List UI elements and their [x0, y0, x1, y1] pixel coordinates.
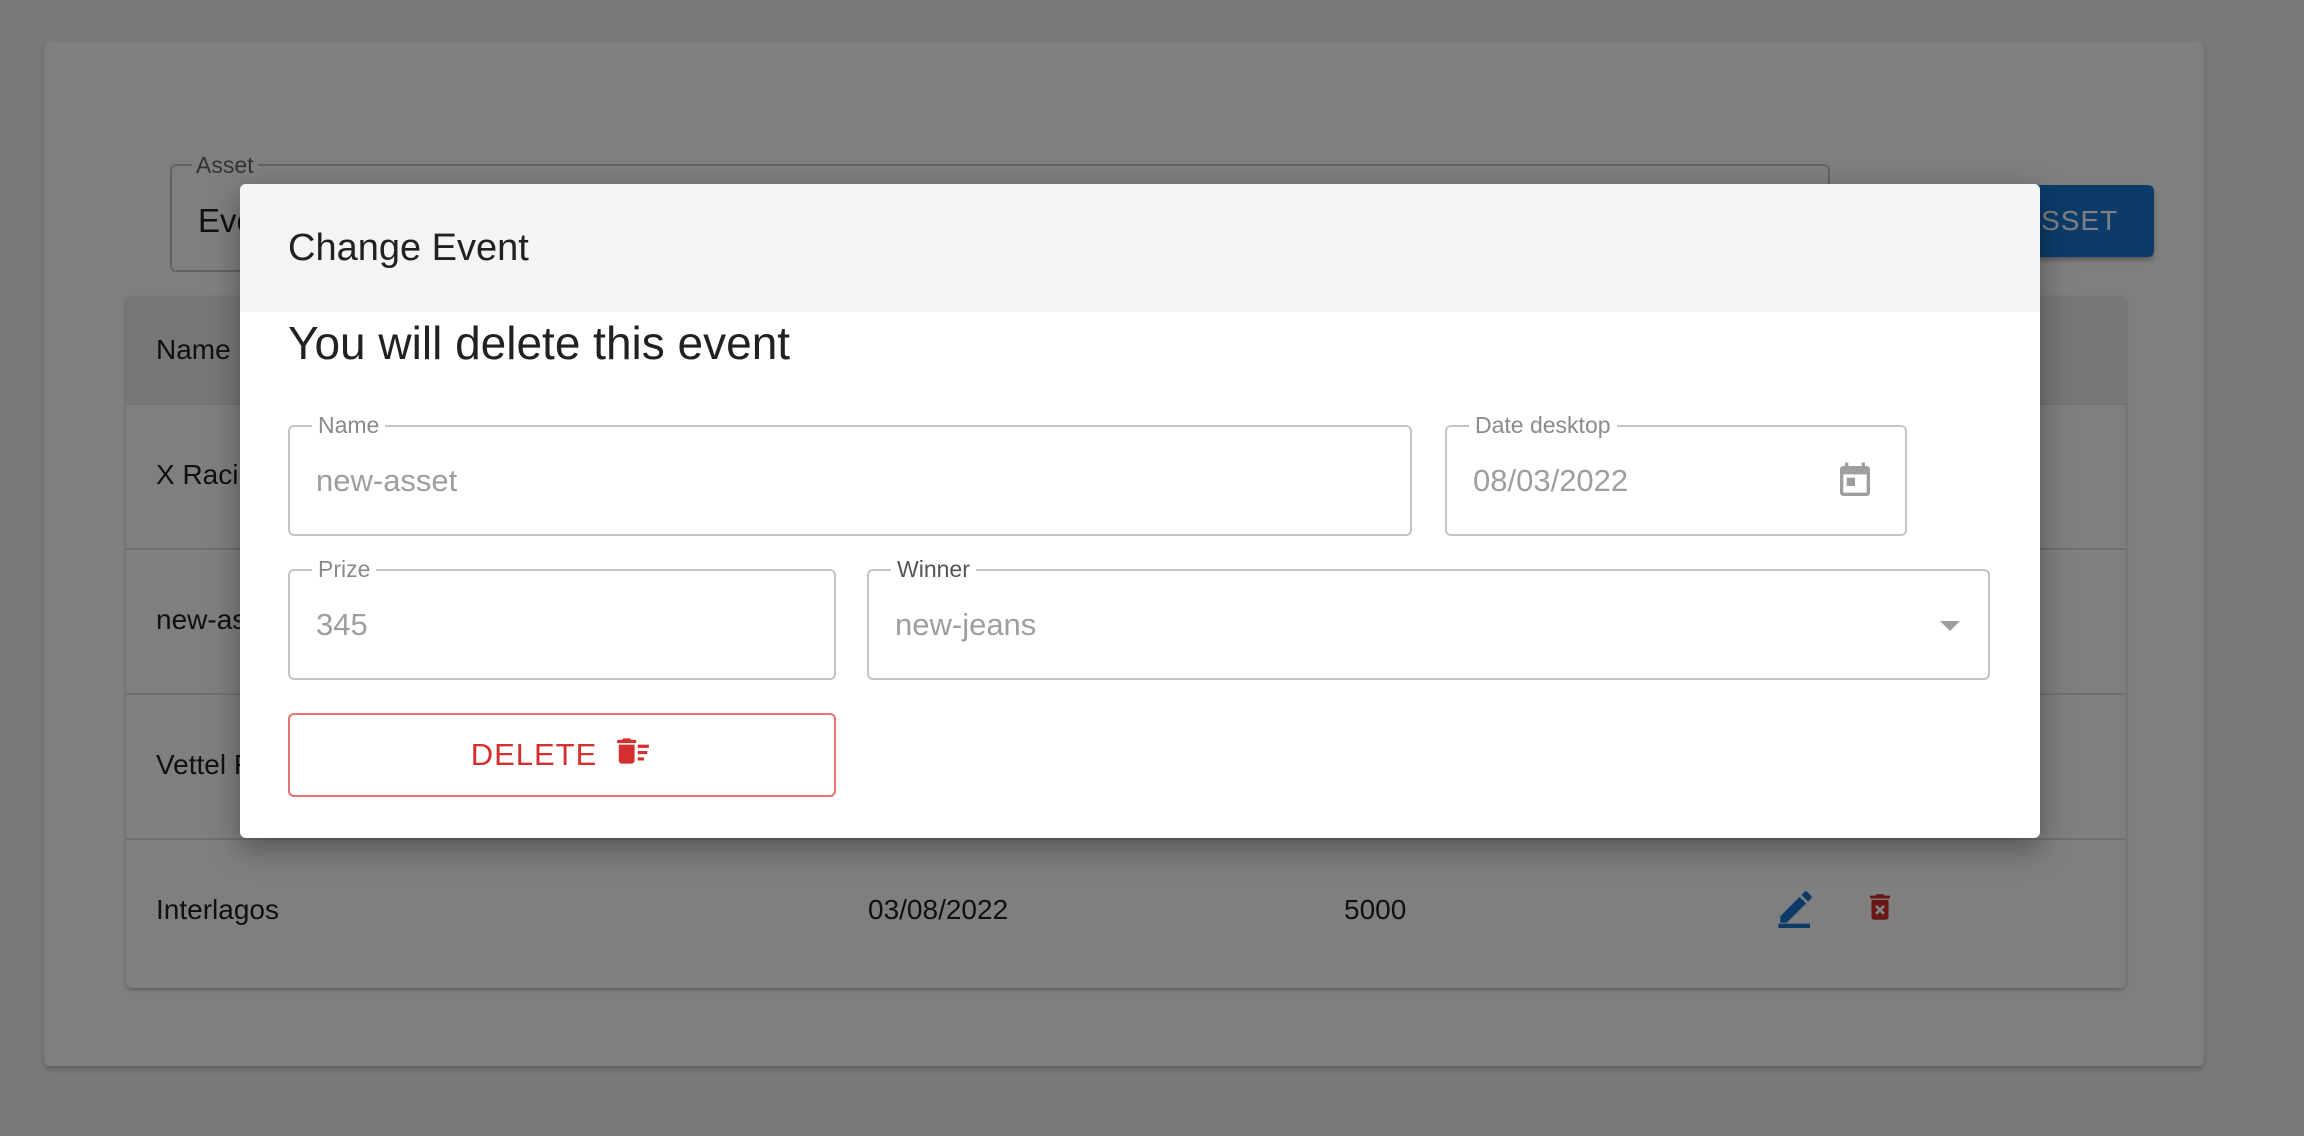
- delete-button[interactable]: DELETE: [288, 713, 836, 797]
- chevron-down-icon[interactable]: [1940, 621, 1960, 631]
- winner-select-label: Winner: [891, 556, 976, 583]
- date-field-label: Date desktop: [1469, 412, 1617, 439]
- prize-field[interactable]: Prize 345: [288, 556, 836, 680]
- delete-sweep-icon: [613, 732, 653, 778]
- change-event-dialog: Change Event You will delete this event …: [240, 184, 2040, 838]
- name-field-label: Name: [312, 412, 386, 439]
- prize-field-value: 345: [316, 607, 368, 642]
- calendar-icon[interactable]: [1835, 459, 1875, 508]
- page: Asset Event + ADD ASSET Name X Racing ne…: [0, 0, 2304, 1136]
- name-field[interactable]: Name new-asset: [288, 412, 1412, 536]
- date-field[interactable]: Date desktop 08/03/2022: [1445, 412, 1907, 536]
- winner-select-value: new-jeans: [895, 607, 1037, 642]
- name-field-value: new-asset: [316, 463, 458, 498]
- delete-button-label: DELETE: [470, 737, 598, 772]
- dialog-subtitle: You will delete this event: [288, 317, 791, 369]
- prize-field-label: Prize: [312, 556, 377, 583]
- date-field-value: 08/03/2022: [1473, 463, 1629, 498]
- dialog-title: Change Event: [240, 184, 2040, 312]
- winner-select[interactable]: Winner new-jeans: [867, 556, 1990, 680]
